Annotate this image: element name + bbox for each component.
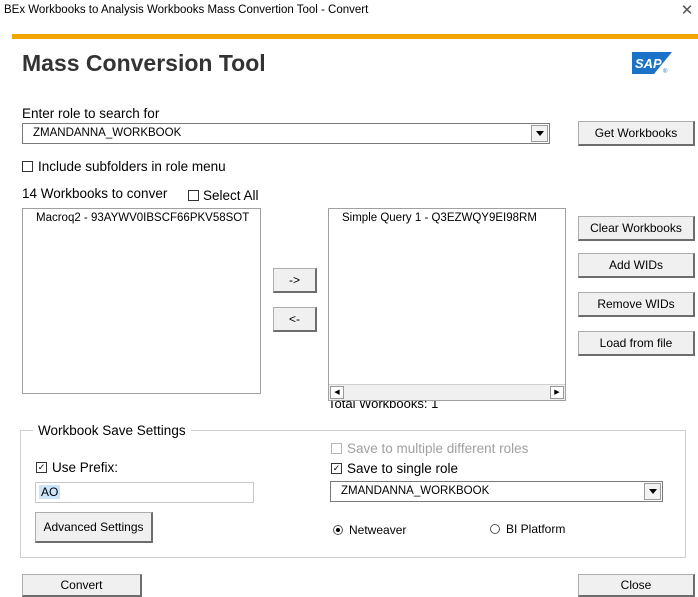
save-settings-legend: Workbook Save Settings xyxy=(38,423,186,438)
available-workbooks-list[interactable]: Macroq2 - 93AYWV0IBSCF66PKV58SOT xyxy=(22,208,261,394)
move-right-button[interactable]: -> xyxy=(273,268,317,293)
select-all[interactable]: Select All xyxy=(188,188,259,203)
load-from-file-button[interactable]: Load from file xyxy=(578,331,695,356)
scroll-left-icon[interactable]: ◀ xyxy=(330,386,344,399)
netweaver-option[interactable]: Netweaver xyxy=(333,523,406,537)
close-button[interactable]: Close xyxy=(578,574,695,597)
prefix-input[interactable]: AO xyxy=(35,482,254,503)
advanced-settings-button[interactable]: Advanced Settings xyxy=(35,512,153,543)
netweaver-radio[interactable] xyxy=(333,525,343,535)
sap-logo-text: SAP xyxy=(635,56,662,71)
add-wids-button[interactable]: Add WIDs xyxy=(578,253,695,278)
list-item[interactable]: Simple Query 1 - Q3EZWQY9EI98RM xyxy=(342,212,537,224)
accent-bar xyxy=(12,34,698,39)
netweaver-label: Netweaver xyxy=(349,523,407,537)
save-single-role-checkbox[interactable]: ✓ xyxy=(331,463,342,474)
total-workbooks-label: Total Workbooks: 1 xyxy=(328,401,439,411)
include-subfolders-label: Include subfolders in role menu xyxy=(38,159,226,174)
bi-platform-radio[interactable] xyxy=(490,524,500,534)
use-prefix-label: Use Prefix: xyxy=(52,460,119,475)
bi-platform-label: BI Platform xyxy=(506,522,566,536)
move-left-button[interactable]: <- xyxy=(273,307,317,332)
page-title: Mass Conversion Tool xyxy=(22,50,266,76)
save-multiple-roles[interactable]: Save to multiple different roles xyxy=(331,441,528,456)
single-role-select[interactable]: ZMANDANNA_WORKBOOK xyxy=(330,481,663,502)
workbook-count-label: 14 Workbooks to conver xyxy=(22,186,168,201)
role-select[interactable]: ZMANDANNA_WORKBOOK xyxy=(22,123,550,144)
title-bar: BEx Workbooks to Analysis Workbooks Mass… xyxy=(0,0,698,30)
close-icon[interactable]: ✕ xyxy=(677,0,697,22)
window-title: BEx Workbooks to Analysis Workbooks Mass… xyxy=(4,4,369,16)
clear-workbooks-button[interactable]: Clear Workbooks xyxy=(578,216,695,241)
selected-workbooks-list[interactable]: Simple Query 1 - Q3EZWQY9EI98RM ◀ ▶ xyxy=(328,208,566,401)
save-multiple-roles-label: Save to multiple different roles xyxy=(347,441,529,456)
use-prefix-checkbox[interactable]: ✓ xyxy=(36,462,47,473)
chevron-down-icon[interactable] xyxy=(644,483,661,500)
bi-platform-option[interactable]: BI Platform xyxy=(490,522,565,536)
select-all-checkbox[interactable] xyxy=(188,190,199,201)
sap-logo: SAP ® xyxy=(632,52,672,75)
list-item[interactable]: Macroq2 - 93AYWV0IBSCF66PKV58SOT xyxy=(36,212,249,224)
svg-text:®: ® xyxy=(663,68,668,74)
save-single-role-label: Save to single role xyxy=(347,461,459,476)
include-subfolders[interactable]: Include subfolders in role menu xyxy=(22,159,226,174)
include-subfolders-checkbox[interactable] xyxy=(22,161,33,172)
select-all-label: Select All xyxy=(203,188,259,203)
role-select-value: ZMANDANNA_WORKBOOK xyxy=(33,127,182,139)
role-search-label: Enter role to search for xyxy=(22,106,160,121)
use-prefix[interactable]: ✓ Use Prefix: xyxy=(36,460,118,475)
save-multiple-roles-checkbox[interactable] xyxy=(331,443,342,454)
chevron-down-icon[interactable] xyxy=(531,125,548,142)
horizontal-scrollbar[interactable]: ◀ ▶ xyxy=(329,384,565,400)
save-single-role[interactable]: ✓ Save to single role xyxy=(331,461,458,476)
scroll-right-icon[interactable]: ▶ xyxy=(550,386,564,399)
remove-wids-button[interactable]: Remove WIDs xyxy=(578,292,695,317)
single-role-value: ZMANDANNA_WORKBOOK xyxy=(341,485,490,497)
convert-button[interactable]: Convert xyxy=(22,574,142,597)
total-workbooks: Total Workbooks: 1 xyxy=(328,401,566,411)
get-workbooks-button[interactable]: Get Workbooks xyxy=(578,121,695,146)
prefix-value: AO xyxy=(39,485,61,499)
